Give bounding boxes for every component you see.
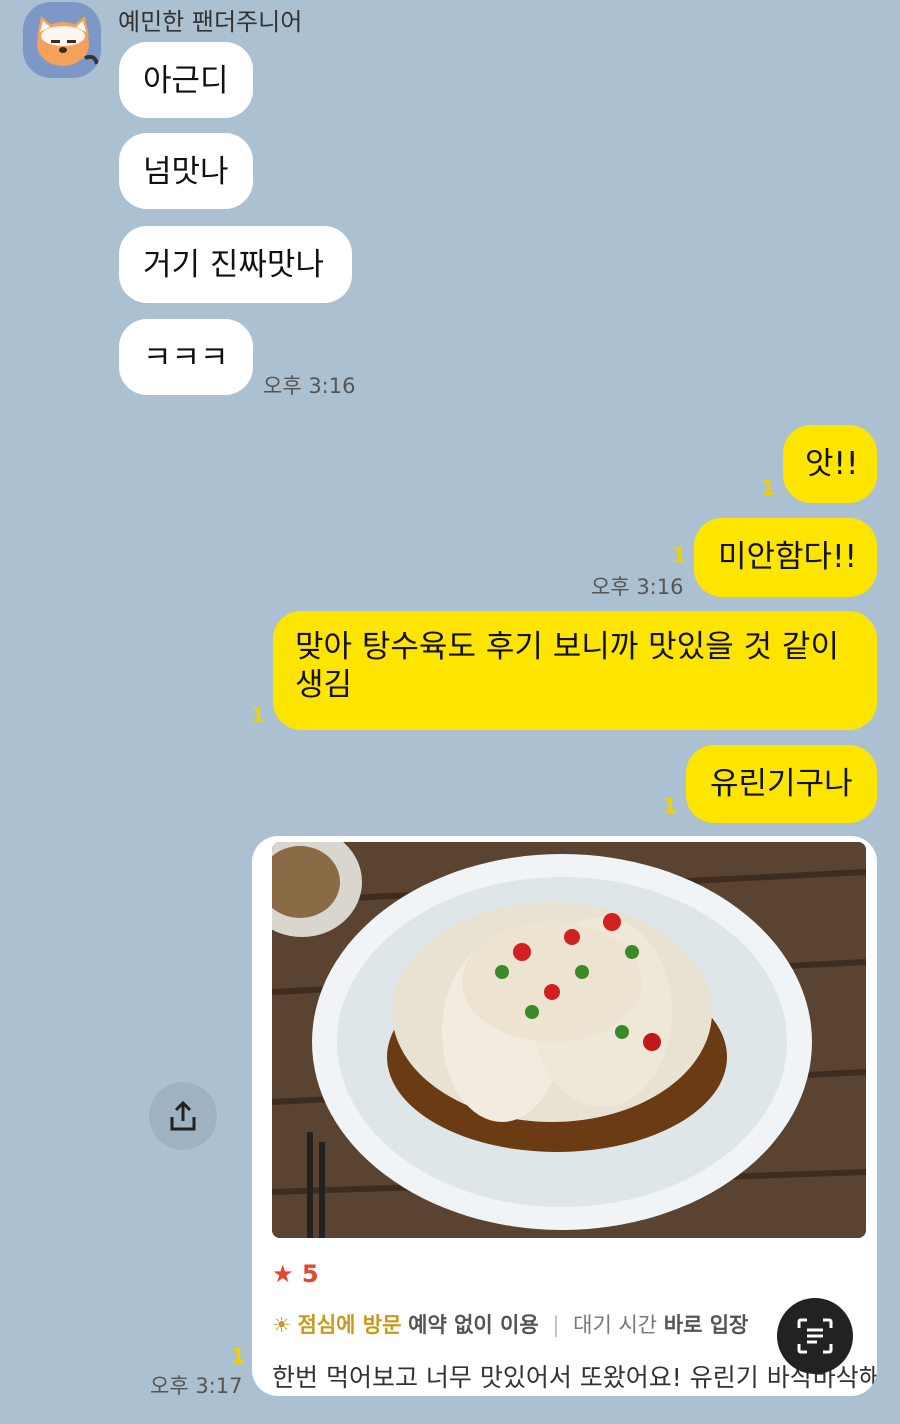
wait-label: 대기 시간: [573, 1313, 658, 1337]
share-button[interactable]: [149, 1082, 217, 1150]
rating: ★ 5: [272, 1260, 319, 1288]
outgoing-message[interactable]: 미안함다!!: [694, 518, 877, 597]
food-photo[interactable]: [272, 842, 866, 1238]
star-icon: ★: [272, 1260, 294, 1288]
wait-value: 바로 입장: [663, 1313, 749, 1337]
outgoing-message[interactable]: 유린기구나: [686, 745, 877, 823]
unread-count: 1: [672, 543, 686, 567]
visit-time-tag: 점심에 방문: [297, 1313, 402, 1337]
unread-count: 1: [663, 794, 677, 818]
sender-avatar[interactable]: [23, 2, 101, 78]
incoming-message[interactable]: 아근디: [119, 42, 253, 118]
reservation-tag: 예약 없이 이용: [408, 1313, 539, 1337]
text-scan-icon: [797, 1318, 833, 1354]
outgoing-message[interactable]: 맞아 탕수육도 후기 보니까 맛있을 것 같이 생김: [273, 611, 877, 730]
shared-review-card[interactable]: ★ 5 ☀ 점심에 방문 예약 없이 이용 | 대기 시간 바로 입장 한번 먹…: [252, 836, 877, 1396]
rating-value: 5: [301, 1260, 319, 1288]
message-time: 오후 3:17: [150, 1374, 243, 1398]
food-photo-image: [272, 842, 866, 1238]
message-time: 오후 3:16: [591, 575, 684, 599]
unread-count: 1: [231, 1344, 245, 1368]
message-time: 오후 3:16: [263, 374, 356, 398]
sun-icon: ☀: [272, 1313, 291, 1337]
incoming-message[interactable]: 넘맛나: [119, 133, 253, 209]
review-text: 한번 먹어보고 너무 맛있어서 또왔어요! 유린기 바삭바삭해: [272, 1363, 877, 1392]
text-scan-button[interactable]: [777, 1298, 853, 1374]
sender-name: 예민한 팬더주니어: [118, 8, 303, 36]
incoming-message[interactable]: ㅋㅋㅋ: [119, 319, 253, 395]
incoming-message[interactable]: 거기 진짜맛나: [119, 226, 352, 303]
tag-divider: |: [552, 1313, 560, 1337]
visit-tags: ☀ 점심에 방문 예약 없이 이용 | 대기 시간 바로 입장: [272, 1309, 748, 1339]
unread-count: 1: [761, 476, 775, 500]
red-panda-avatar-icon: [37, 16, 99, 66]
outgoing-message[interactable]: 앗!!: [783, 425, 877, 503]
unread-count: 1: [251, 703, 265, 727]
share-icon: [170, 1100, 196, 1131]
